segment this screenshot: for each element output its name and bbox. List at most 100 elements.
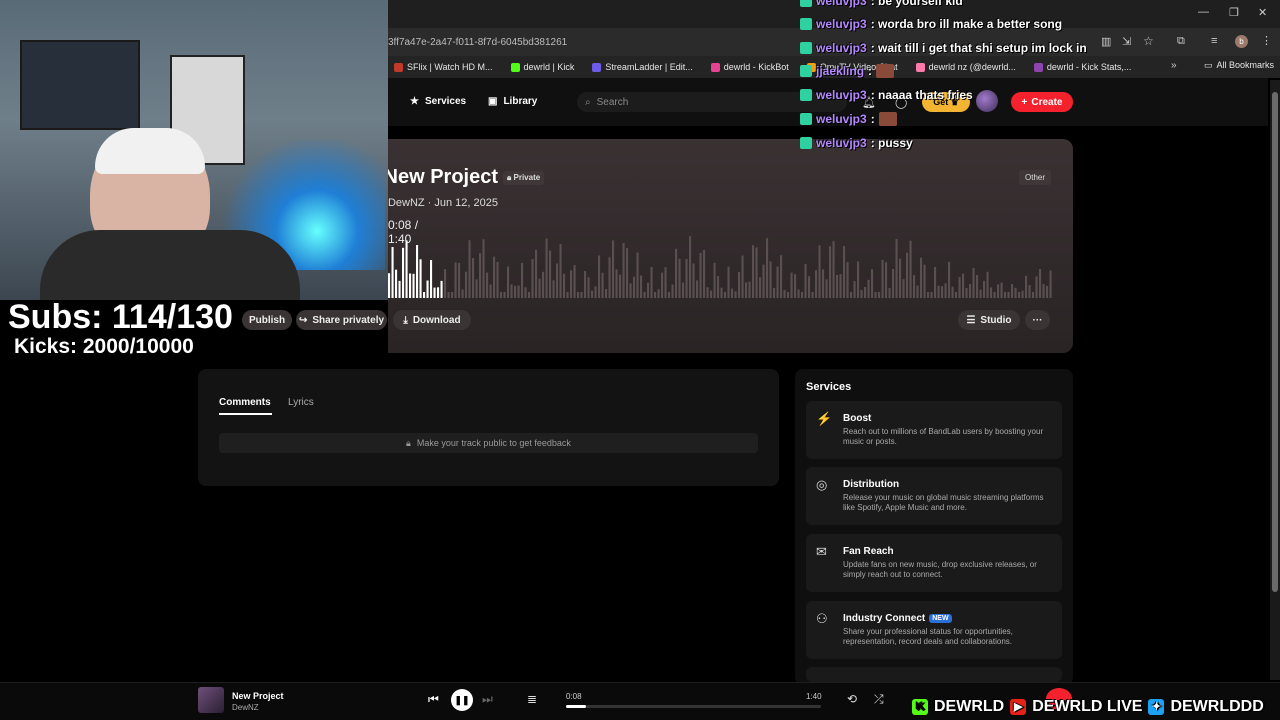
kick-handle: DEWRLD (934, 698, 1005, 715)
waveform-bar (510, 284, 513, 298)
more-options-button[interactable]: ··· (1025, 310, 1050, 330)
player-artist[interactable]: DewNZ (232, 703, 259, 712)
waveform-bar (997, 284, 1000, 298)
wall-poster (20, 40, 140, 130)
share-privately-button[interactable]: ↪ Share privately (296, 310, 387, 330)
waveform-bar (542, 271, 545, 298)
download-icon: ⤓ (403, 314, 408, 326)
user-avatar[interactable] (976, 90, 998, 112)
extensions-icon[interactable]: ⧉ (1177, 35, 1185, 48)
nav-library[interactable]: ▣ Library (488, 96, 537, 107)
waveform-bar (902, 279, 905, 298)
publish-button[interactable]: Publish (242, 310, 292, 330)
waveform-bar (755, 247, 758, 298)
waveform-bar (661, 272, 664, 298)
waveform-bar (857, 261, 860, 298)
bookmark-item[interactable]: dewrld | Kick (510, 62, 574, 72)
install-icon[interactable]: ⇲ (1122, 35, 1131, 48)
waveform-bar (626, 248, 629, 298)
url-text: 3ff7a47e-2a47-f011-8f7d-6045bd381261 (388, 36, 568, 48)
waveform-bar (815, 270, 818, 298)
waveform-bar (934, 266, 937, 298)
bookmark-item[interactable]: dewrld - Kick Stats,... (1033, 62, 1131, 72)
waveform-bar (1032, 292, 1035, 298)
service-industry-connect[interactable]: ⚇ Industry Connect NEW Share your profess… (806, 601, 1062, 659)
waveform-bar (1035, 276, 1038, 298)
bookmark-item[interactable]: SFlix | Watch HD M... (394, 62, 493, 72)
restore-icon[interactable]: ❐ (1229, 6, 1239, 19)
globe-icon: ◎ (816, 477, 828, 492)
all-bookmarks[interactable]: ▭ All Bookmarks (1204, 60, 1274, 71)
waveform-bar (405, 240, 408, 298)
pause-button[interactable]: ❚❚ (451, 689, 473, 711)
waveform-bar (682, 282, 685, 298)
tab-comments[interactable]: Comments (219, 397, 271, 408)
waveform-bar (958, 277, 961, 298)
waveform-bar (769, 261, 772, 298)
close-icon[interactable]: ✕ (1258, 6, 1267, 19)
bookmark-star-icon[interactable]: ☆ (1143, 34, 1154, 48)
player-progress-fill (566, 705, 587, 708)
waveform-bar (591, 290, 594, 298)
studio-button[interactable]: ☰ Studio (958, 310, 1020, 330)
waveform-bar (552, 280, 555, 298)
bookmark-item[interactable]: StreamLadder | Edit... (592, 62, 693, 72)
reader-icon[interactable]: ▥ (1101, 35, 1111, 48)
waveform-bar (538, 278, 541, 298)
scrollbar-thumb[interactable] (1272, 92, 1278, 592)
waveform-bar (479, 253, 482, 298)
bookmark-item[interactable]: dewrld - KickBot (710, 62, 789, 72)
bookmark-label: dewrld - KickBot (723, 62, 789, 72)
queue-icon[interactable]: ≣ (527, 692, 537, 706)
waveform-bar (843, 246, 846, 298)
tab-lyrics[interactable]: Lyrics (288, 397, 314, 408)
waveform-bar (391, 247, 394, 298)
chat-badge-icon (800, 113, 812, 125)
profile-avatar[interactable]: b (1235, 35, 1248, 48)
chat-username: weluvjp3 (816, 41, 867, 55)
webcam-feed (0, 0, 388, 300)
bookmark-item[interactable]: dewrld nz (@dewrld... (915, 62, 1016, 72)
nav-services[interactable]: ★ Services (410, 96, 466, 107)
menu-kebab-icon[interactable]: ⋮ (1261, 34, 1272, 47)
player-title[interactable]: New Project (232, 691, 284, 701)
waveform-bar (654, 292, 657, 298)
chat-text: : pussy (870, 136, 913, 150)
shuffle-icon[interactable]: ⤮ (874, 692, 884, 707)
service-fan-reach[interactable]: ✉ Fan Reach Update fans on new music, dr… (806, 534, 1062, 592)
chat-message: weluvjp3: pussy (800, 136, 913, 150)
chat-badge-icon (800, 137, 812, 149)
twitter-handle: DEWRLDDD (1170, 698, 1264, 715)
service-next[interactable] (806, 667, 1062, 682)
chat-text: : wait till i get that shi setup im lock… (870, 41, 1087, 55)
waveform-bar (986, 271, 989, 298)
service-boost[interactable]: ⚡ Boost Reach out to millions of BandLab… (806, 401, 1062, 459)
waveform-bar (759, 277, 762, 298)
waveform-bar (493, 256, 496, 298)
waveform-bar (913, 275, 916, 298)
next-icon[interactable]: ⏭︎ (482, 692, 493, 707)
service-distribution[interactable]: ◎ Distribution Release your music on glo… (806, 467, 1062, 525)
bookmarks-overflow-icon[interactable]: » (1171, 60, 1177, 71)
create-button[interactable]: + Create (1011, 92, 1073, 112)
waveform-bar (1049, 270, 1052, 298)
minimize-icon[interactable]: — (1198, 6, 1209, 18)
waveform-bar (930, 292, 933, 298)
chat-text: : naaaa thats fries (870, 88, 973, 102)
waveform-bar (993, 292, 996, 298)
waveform-bar (615, 269, 618, 298)
player-progress-track[interactable] (566, 705, 821, 708)
download-button[interactable]: ⤓ Download (393, 310, 471, 330)
waveform-bar (909, 240, 912, 298)
waveform-bar (797, 289, 800, 298)
bookmark-favicon-icon (394, 62, 403, 72)
waveform[interactable] (388, 236, 1053, 298)
player-artwork[interactable] (198, 687, 224, 713)
waveform-bar (1021, 290, 1024, 298)
waveform-bar (486, 272, 489, 298)
previous-icon[interactable]: ⏮︎ (428, 692, 439, 707)
media-icon[interactable]: ≡ (1211, 35, 1217, 47)
waveform-bar (517, 285, 520, 298)
repeat-icon[interactable]: ⟲ (847, 692, 857, 706)
waveform-bar (647, 282, 650, 298)
